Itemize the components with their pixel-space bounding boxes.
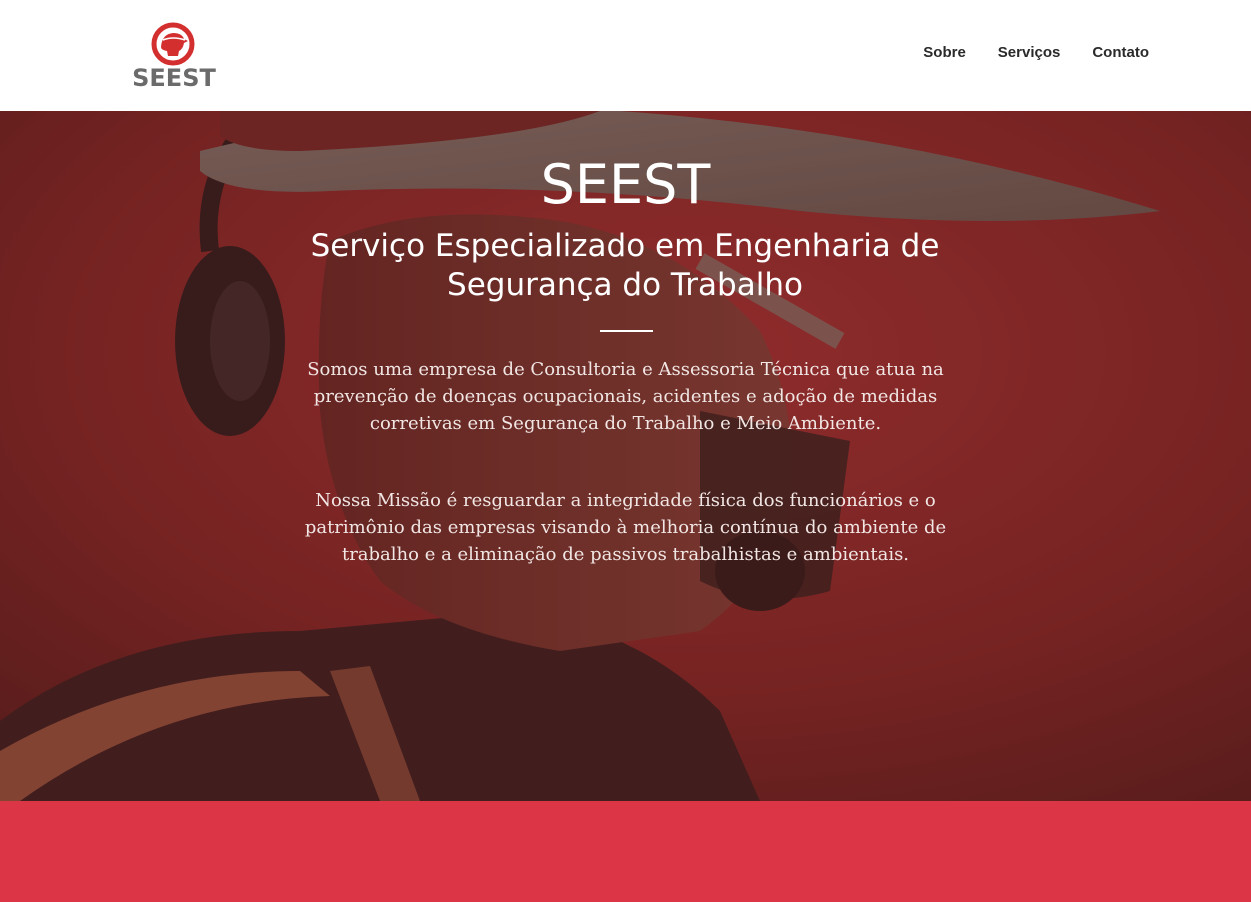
- hero-section: SEEST Serviço Especializado em Engenhari…: [0, 111, 1251, 801]
- main-nav: Sobre Serviços Contato: [923, 43, 1149, 63]
- hero-about-text: Somos uma empresa de Consultoria e Asses…: [307, 359, 944, 434]
- hero-divider: [600, 330, 653, 332]
- hero-mission-text: Nossa Missão é resguardar a integridade …: [304, 490, 947, 565]
- hero-subtitle: Serviço Especializado em Engenharia de S…: [310, 228, 940, 303]
- hero-title: SEEST: [540, 153, 711, 216]
- nav-link-sobre[interactable]: Sobre: [923, 43, 966, 63]
- logo[interactable]: SEEST: [128, 22, 220, 94]
- helmet-head-circle-icon: [151, 22, 195, 66]
- logo-text: SEEST: [132, 64, 216, 92]
- nav-link-contato[interactable]: Contato: [1092, 43, 1149, 63]
- nav-link-servicos[interactable]: Serviços: [998, 43, 1061, 63]
- hero-content: SEEST Serviço Especializado em Engenhari…: [0, 111, 1251, 801]
- site-header: SEEST Sobre Serviços Contato: [0, 0, 1251, 111]
- red-section-band: [0, 801, 1251, 902]
